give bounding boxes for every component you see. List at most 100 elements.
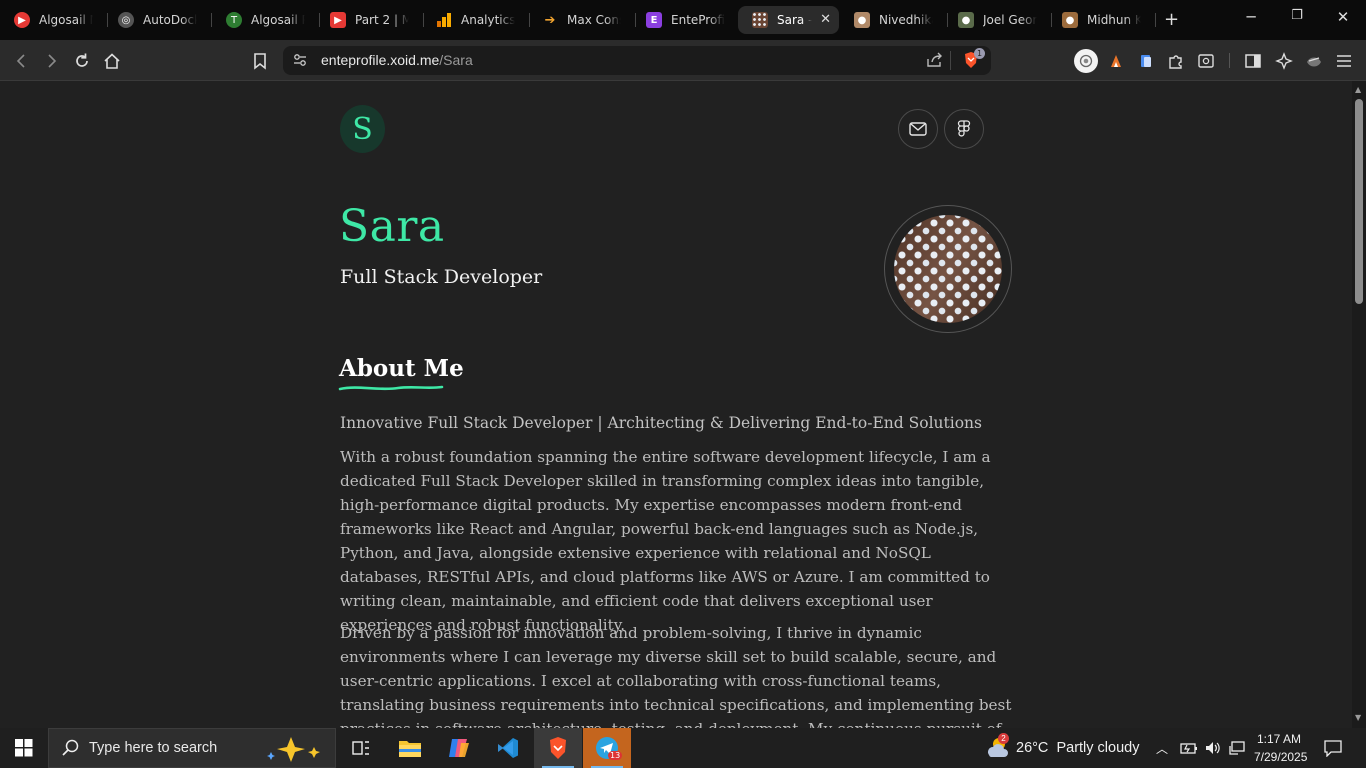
weather-icon[interactable]: 2 — [985, 733, 1011, 763]
address-bar[interactable]: enteprofile.xoid.me/Sara 1 — [283, 46, 991, 75]
youtube-icon: ▶ — [14, 12, 30, 28]
notification-center-icon[interactable] — [1323, 739, 1343, 761]
tab-enteprofile[interactable]: E EnteProfile — [632, 6, 740, 34]
volume-icon[interactable] — [1204, 740, 1222, 760]
mail-icon — [909, 122, 927, 136]
start-button[interactable] — [0, 728, 48, 768]
extension-search-icon[interactable] — [1195, 50, 1217, 72]
vpn-icon[interactable] — [1303, 50, 1325, 72]
tab-title: Algosail Pl — [251, 13, 305, 27]
vscode-button[interactable] — [484, 728, 532, 768]
about-paragraph-1: With a robust foundation spanning the en… — [340, 448, 991, 634]
new-tab-button[interactable]: + — [1164, 9, 1179, 30]
tab-title: Max Conso — [567, 13, 621, 27]
site-logo[interactable]: S — [340, 105, 385, 153]
minimize-button[interactable]: ─ — [1241, 8, 1261, 26]
weather-badge: 2 — [998, 733, 1009, 744]
profile-avatar — [894, 215, 1002, 323]
tab-title: Algosail M — [39, 13, 93, 27]
heading-underline — [338, 385, 444, 391]
tab-strip: ▶ Algosail M ◎ AutoDocke T Algosail Pl ▶… — [0, 0, 1366, 40]
brave-shields-icon[interactable]: 1 — [961, 48, 985, 74]
share-icon[interactable] — [926, 52, 944, 72]
site-settings-icon[interactable] — [292, 52, 308, 72]
figma-button[interactable] — [944, 109, 984, 149]
home-button[interactable] — [101, 50, 123, 72]
search-placeholder: Type here to search — [89, 740, 218, 756]
page-scrollbar[interactable]: ▲ ▼ — [1352, 81, 1366, 728]
about-paragraph-2: Driven by a passion for innovation and p… — [340, 624, 1012, 728]
person-icon: ● — [854, 12, 870, 28]
sidebar-toggle-icon[interactable] — [1242, 50, 1264, 72]
amazon-icon: ➔ — [544, 12, 556, 28]
copilot-sparkle-icon — [265, 735, 325, 767]
tab-title: Joel Georg — [983, 13, 1037, 27]
leo-ai-icon[interactable] — [1273, 50, 1295, 72]
pattern-icon — [752, 12, 768, 28]
t-badge-icon: T — [226, 12, 242, 28]
tab-title: Analytics | — [461, 13, 515, 27]
url-text[interactable]: enteprofile.xoid.me/Sara — [321, 52, 473, 68]
tab-title: EnteProfile — [671, 13, 725, 27]
copilot-app-button[interactable] — [435, 728, 483, 768]
extension-doc-icon[interactable] — [1135, 50, 1157, 72]
vscode-icon — [498, 738, 518, 758]
reload-button[interactable] — [71, 50, 93, 72]
tab-midhun-k[interactable]: ● Midhun K — [1048, 6, 1156, 34]
tab-max-console[interactable]: ➔ Max Conso — [528, 6, 636, 34]
globe-icon: ◎ — [118, 12, 134, 28]
close-window-button[interactable]: ✕ — [1333, 8, 1353, 26]
tab-title: Midhun K — [1087, 13, 1141, 27]
extensions-puzzle-icon[interactable] — [1165, 50, 1187, 72]
clock-time[interactable]: 1:17 AM — [1257, 732, 1301, 746]
back-button[interactable] — [11, 50, 33, 72]
scroll-down-icon[interactable]: ▼ — [1355, 713, 1361, 722]
tab-joel-george[interactable]: ● Joel Georg — [944, 6, 1052, 34]
forward-button[interactable] — [40, 50, 62, 72]
brave-icon — [550, 737, 566, 759]
tab-nivedhika[interactable]: ● Nivedhika — [840, 6, 948, 34]
profile-name: Sara — [339, 201, 445, 252]
telegram-unread-badge: 13 — [608, 751, 623, 760]
show-hidden-icons-chevron-icon[interactable]: ︿ — [1156, 740, 1168, 757]
folder-icon — [399, 741, 421, 757]
brave-browser-button[interactable] — [534, 728, 582, 768]
copilot-icon — [449, 739, 469, 757]
restore-button[interactable]: ❐ — [1287, 8, 1307, 23]
file-explorer-button[interactable] — [386, 728, 434, 768]
search-icon — [61, 739, 79, 761]
close-tab-icon[interactable]: ✕ — [820, 12, 831, 27]
tab-algosail-pl[interactable]: T Algosail Pl — [212, 6, 320, 34]
extension-fox-icon[interactable] — [1105, 50, 1127, 72]
person-icon: ● — [958, 12, 974, 28]
task-view-button[interactable] — [337, 728, 385, 768]
battery-icon[interactable] — [1180, 740, 1198, 760]
main-menu-icon[interactable] — [1333, 50, 1355, 72]
enteprofile-icon: E — [646, 12, 662, 28]
back-arrow-icon — [16, 54, 25, 68]
person-icon: ● — [1062, 12, 1078, 28]
scroll-up-icon[interactable]: ▲ — [1355, 85, 1361, 94]
tab-autodocker[interactable]: ◎ AutoDocke — [104, 6, 212, 34]
url-host: enteprofile.xoid.me — [321, 52, 440, 68]
tab-part2[interactable]: ▶ Part 2 | Ma — [316, 6, 424, 34]
bookmark-button[interactable] — [249, 50, 271, 72]
tab-algosail-m[interactable]: ▶ Algosail M — [0, 6, 108, 34]
telegram-button[interactable]: 13 — [583, 728, 631, 768]
about-tagline: Innovative Full Stack Developer | Archit… — [340, 414, 982, 432]
page-viewport: S Sara Full Stack Developer About Me Inn… — [0, 81, 1352, 728]
extension-wallet-icon[interactable] — [1074, 49, 1098, 73]
email-button[interactable] — [898, 109, 938, 149]
network-icon[interactable] — [1228, 740, 1246, 760]
analytics-icon — [436, 12, 452, 28]
taskbar-search-box[interactable]: Type here to search — [48, 728, 336, 768]
clock-date[interactable]: 7/29/2025 — [1254, 750, 1307, 764]
tab-analytics[interactable]: Analytics | — [422, 6, 530, 34]
weather-text[interactable]: 26°C Partly cloudy — [1016, 740, 1139, 756]
windows-logo-icon — [15, 739, 33, 757]
browser-toolbar: enteprofile.xoid.me/Sara 1 — [0, 40, 1366, 81]
tab-sara-active[interactable]: Sara - ✕ — [738, 6, 839, 34]
scrollbar-thumb[interactable] — [1355, 99, 1363, 304]
windows-taskbar: Type here to search 13 2 26°C Partly clo… — [0, 728, 1366, 768]
tab-title: Nivedhika — [879, 13, 933, 27]
